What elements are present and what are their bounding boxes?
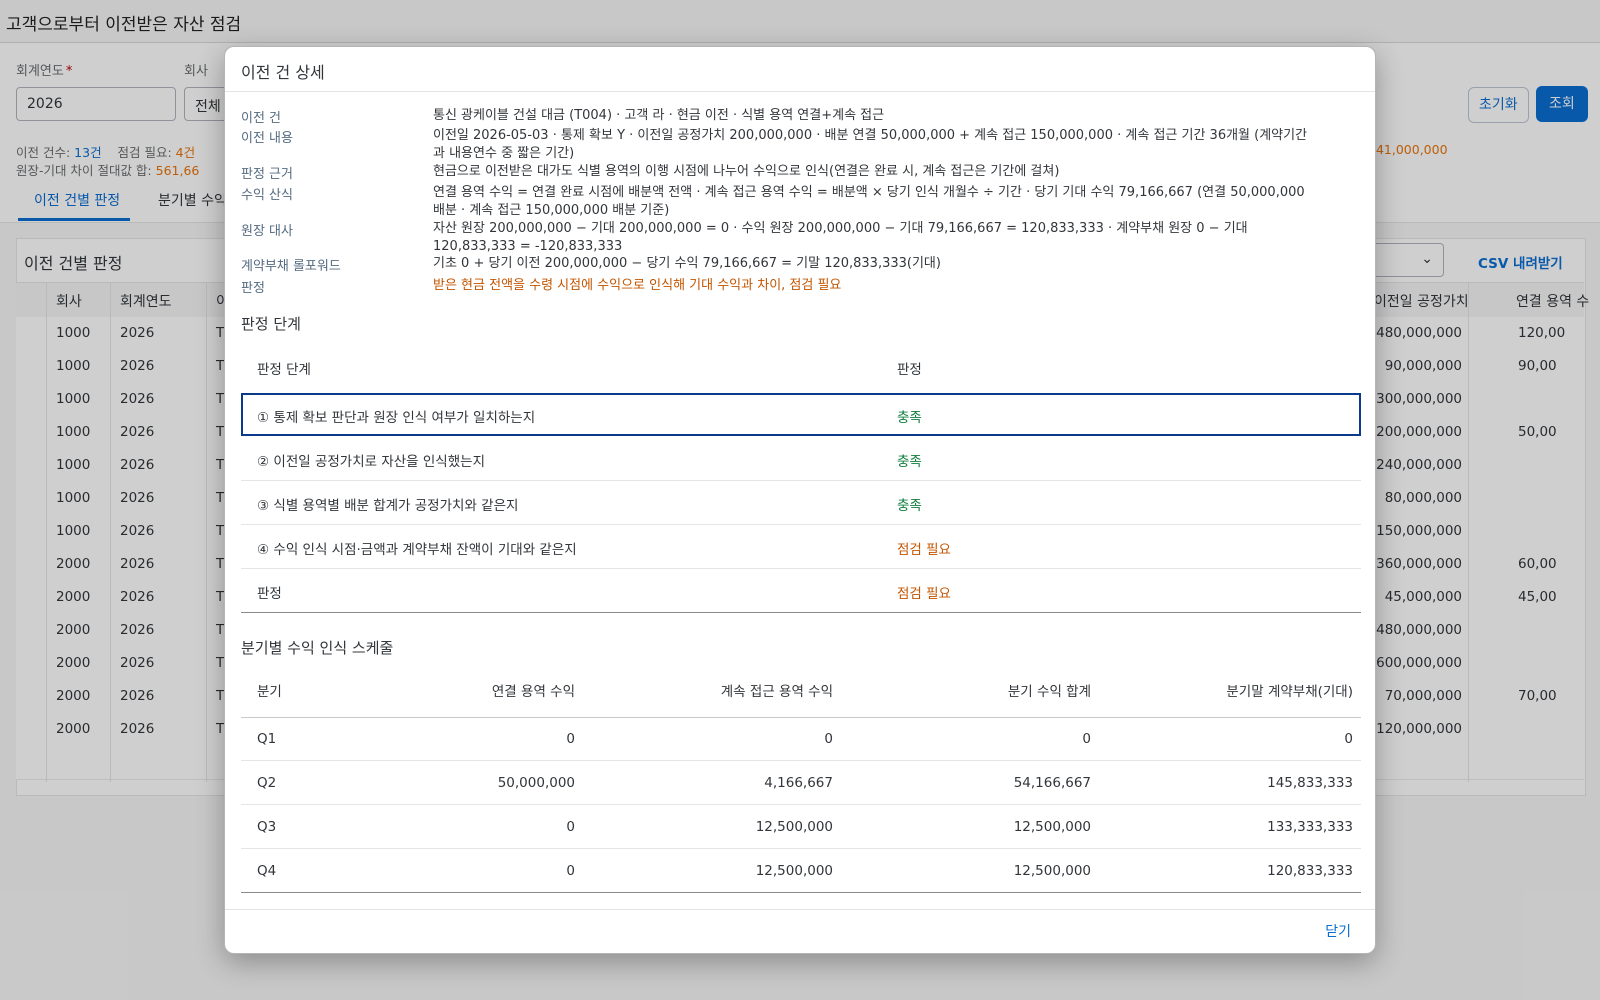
steps-table: 판정 단계 판정 ① 통제 확보 판단과 원장 인식 여부가 일치하는지 충족 … (241, 341, 1361, 613)
sched-total: 12,500,000 (1013, 819, 1091, 835)
sched-connect: 0 (566, 731, 575, 747)
detail-value: 자산 원장 200,000,000 − 기대 200,000,000 = 0 ·… (433, 221, 1248, 254)
detail-value: 연결 용역 수익 = 연결 완료 시점에 배분액 전액 · 계속 접근 용역 수… (433, 185, 1305, 218)
detail-label: 수익 산식 (241, 188, 293, 203)
sched-connect: 0 (566, 819, 575, 835)
steps-col-step: 판정 단계 (257, 362, 311, 378)
detail-label: 계약부채 롤포워드 (241, 259, 341, 274)
sched-access: 0 (824, 731, 833, 747)
step-text: ① 통제 확보 판단과 원장 인식 여부가 일치하는지 (257, 410, 536, 426)
detail-value: 기초 0 + 당기 이전 200,000,000 − 당기 수익 79,166,… (433, 256, 941, 271)
dialog-header: 이전 건 상세 (225, 47, 1375, 92)
sched-liability: 145,833,333 (1267, 775, 1353, 791)
sched-quarter: Q4 (257, 863, 277, 879)
step-text: 판정 (257, 586, 282, 602)
sched-quarter: Q1 (257, 731, 277, 747)
schedule-row: Q4 0 12,500,000 12,500,000 120,833,333 (241, 849, 1361, 893)
sched-col-access: 계속 접근 용역 수익 (720, 684, 833, 700)
detail-value-verdict: 받은 현금 전액을 수령 시점에 수익으로 인식해 기대 수익과 차이, 점검 … (433, 278, 842, 293)
step-verdict: 점검 필요 (897, 586, 951, 602)
detail-label: 판정 근거 (241, 167, 293, 182)
step-text: ④ 수익 인식 시점·금액과 계약부채 잔액이 기대와 같은지 (257, 542, 577, 558)
step-verdict: 충족 (897, 498, 922, 514)
transfer-detail-dialog: 이전 건 상세 이전 건 통신 광케이블 건설 대금 (T004) · 고객 라… (224, 46, 1376, 954)
sched-access: 4,166,667 (764, 775, 833, 791)
close-button[interactable]: 닫기 (1325, 921, 1351, 941)
dialog-footer (225, 909, 1375, 953)
sched-quarter: Q3 (257, 819, 277, 835)
sched-total: 54,166,667 (1013, 775, 1091, 791)
schedule-row: Q2 50,000,000 4,166,667 54,166,667 145,8… (241, 761, 1361, 805)
sched-col-quarter: 분기 (257, 684, 282, 700)
sched-access: 12,500,000 (755, 819, 833, 835)
steps-section-title: 판정 단계 (241, 315, 301, 333)
detail-label: 이전 건 (241, 111, 282, 126)
dialog-title: 이전 건 상세 (241, 63, 325, 82)
detail-label: 원장 대사 (241, 224, 293, 239)
steps-header: 판정 단계 판정 (241, 341, 1361, 394)
sched-connect: 0 (566, 863, 575, 879)
sched-liability: 133,333,333 (1267, 819, 1353, 835)
sched-quarter: Q2 (257, 775, 277, 791)
schedule-section-title: 분기별 수익 인식 스케줄 (241, 639, 394, 657)
detail-value: 현금으로 이전받은 대가도 식별 용역의 이행 시점에 나누어 수익으로 인식(… (433, 164, 1060, 179)
step-row[interactable]: ② 이전일 공정가치로 자산을 인식했는지 충족 (241, 437, 1361, 481)
sched-access: 12,500,000 (755, 863, 833, 879)
detail-label: 이전 내용 (241, 131, 293, 146)
sched-col-liability: 분기말 계약부채(기대) (1226, 684, 1353, 700)
step-verdict: 충족 (897, 454, 922, 470)
step-row[interactable]: ③ 식별 용역별 배분 합계가 공정가치와 같은지 충족 (241, 481, 1361, 525)
schedule-table: 분기 연결 용역 수익 계속 접근 용역 수익 분기 수익 합계 분기말 계약부… (241, 663, 1361, 893)
step-text: ② 이전일 공정가치로 자산을 인식했는지 (257, 454, 485, 470)
sched-col-total: 분기 수익 합계 (1007, 684, 1091, 700)
sched-liability: 0 (1344, 731, 1353, 747)
sched-total: 12,500,000 (1013, 863, 1091, 879)
sched-liability: 120,833,333 (1267, 863, 1353, 879)
detail-value: 통신 광케이블 건설 대금 (T004) · 고객 라 · 현금 이전 · 식별… (433, 108, 885, 123)
step-verdict: 충족 (897, 410, 922, 426)
schedule-row: Q1 0 0 0 0 (241, 717, 1361, 761)
step-verdict: 점검 필요 (897, 542, 951, 558)
detail-value: 이전일 2026-05-03 · 통제 확보 Y · 이전일 공정가치 200,… (433, 128, 1308, 161)
step-row-final[interactable]: 판정 점검 필요 (241, 569, 1361, 613)
sched-col-connect: 연결 용역 수익 (491, 684, 575, 700)
detail-label: 판정 (241, 281, 265, 296)
schedule-header: 분기 연결 용역 수익 계속 접근 용역 수익 분기 수익 합계 분기말 계약부… (241, 663, 1361, 718)
step-row[interactable]: ④ 수익 인식 시점·금액과 계약부채 잔액이 기대와 같은지 점검 필요 (241, 525, 1361, 569)
sched-total: 0 (1082, 731, 1091, 747)
step-text: ③ 식별 용역별 배분 합계가 공정가치와 같은지 (257, 498, 519, 514)
steps-col-verdict: 판정 (897, 362, 922, 378)
step-row-selected[interactable]: ① 통제 확보 판단과 원장 인식 여부가 일치하는지 충족 (241, 393, 1361, 436)
sched-connect: 50,000,000 (497, 775, 575, 791)
schedule-row: Q3 0 12,500,000 12,500,000 133,333,333 (241, 805, 1361, 849)
